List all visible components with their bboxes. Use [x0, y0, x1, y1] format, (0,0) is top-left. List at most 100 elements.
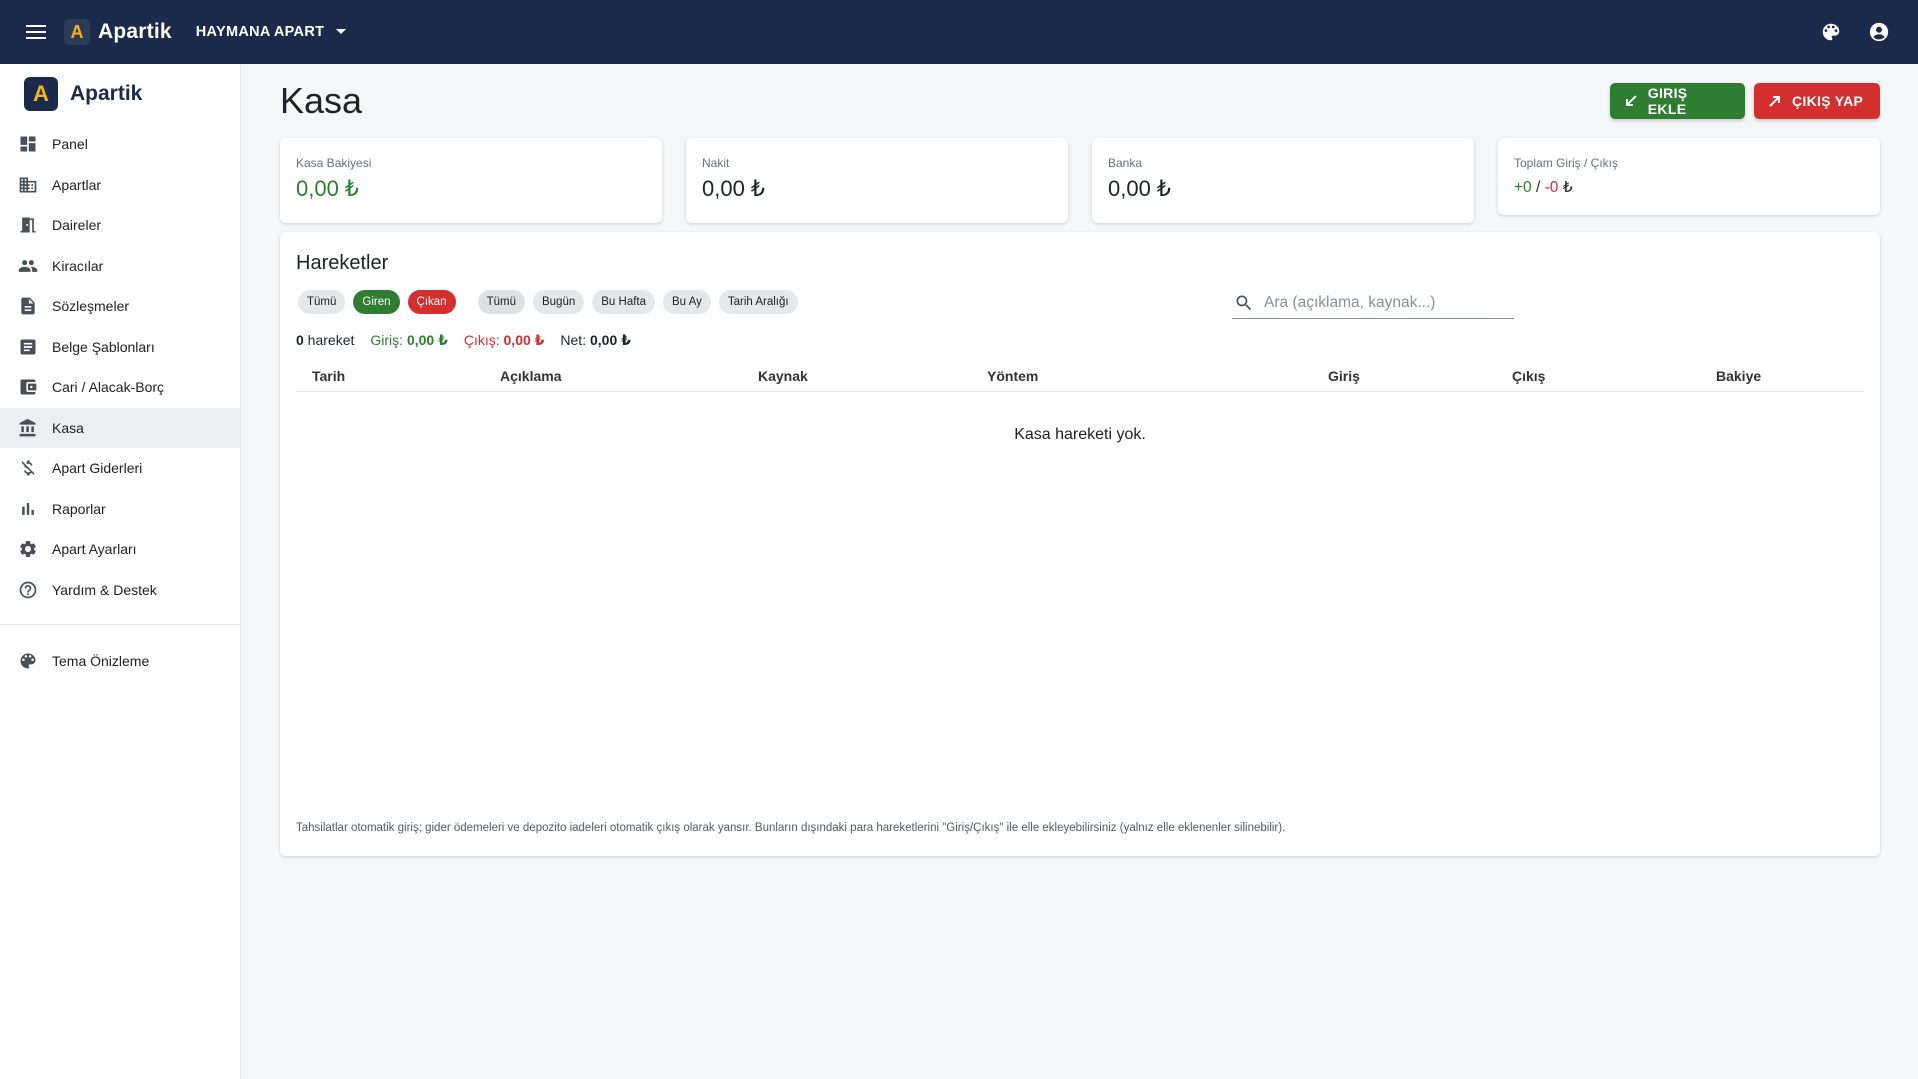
help-icon	[17, 579, 39, 601]
bank-icon	[17, 417, 39, 439]
sidebar: A Apartik Panel Apartlar Daireler Kiracı…	[0, 64, 241, 1079]
stat-value: 0,00 ₺	[1108, 176, 1171, 201]
add-income-button[interactable]: GIRIŞ EKLE	[1610, 83, 1745, 119]
stat-card-banka: Banka 0,00 ₺	[1092, 138, 1474, 223]
chip-period-today[interactable]: Bugün	[532, 290, 585, 314]
sidebar-item-raporlar[interactable]: Raporlar	[0, 489, 240, 530]
footnote: Tahsilatlar otomatik giriş; gider ödemel…	[296, 822, 1286, 834]
stat-label: Kasa Bakiyesi	[296, 156, 372, 170]
door-icon	[17, 214, 39, 236]
top-app-bar: A Apartik HAYMANA APART	[0, 0, 1918, 64]
column-header-cikis[interactable]: Çıkış	[1512, 368, 1545, 384]
sidebar-item-apartlar[interactable]: Apartlar	[0, 165, 240, 206]
sidebar-logo: A	[24, 77, 58, 111]
filter-chips: Tümü Giren Çıkan Tümü Bugün Bu Hafta Bu …	[298, 290, 806, 314]
sidebar-item-label: Apart Giderleri	[52, 460, 143, 477]
summary-count: 0 hareket	[296, 332, 355, 348]
sidebar-item-label: Kiracılar	[52, 257, 104, 274]
sidebar-item-apart-ayarlari[interactable]: Apart Ayarları	[0, 529, 240, 570]
sidebar-item-yardim[interactable]: Yardım & Destek	[0, 570, 240, 611]
sidebar-item-label: Kasa	[52, 419, 84, 436]
money-off-icon	[17, 457, 39, 479]
sidebar-item-sozlesmeler[interactable]: Sözleşmeler	[0, 286, 240, 327]
bar-chart-icon	[17, 498, 39, 520]
movements-summary: 0 hareket Giriş: 0,00 ₺ Çıkış: 0,00 ₺ Ne…	[296, 332, 631, 349]
chip-period-all[interactable]: Tümü	[477, 290, 525, 314]
app-brand: Apartik	[98, 20, 172, 43]
stat-value: 0,00 ₺	[296, 176, 359, 201]
sidebar-item-belge-sablonlari[interactable]: Belge Şablonları	[0, 327, 240, 368]
sidebar-item-label: Belge Şablonları	[52, 338, 155, 355]
sidebar-item-label: Yardım & Destek	[52, 581, 157, 598]
sidebar-item-panel[interactable]: Panel	[0, 124, 240, 165]
sidebar-item-label: Tema Önizleme	[52, 653, 150, 670]
sidebar-item-kiracilar[interactable]: Kiracılar	[0, 246, 240, 287]
sidebar-item-kasa[interactable]: Kasa	[0, 407, 240, 448]
chip-type-out[interactable]: Çıkan	[407, 290, 456, 314]
sidebar-item-label: Daireler	[52, 217, 102, 234]
add-income-label: GIRIŞ EKLE	[1647, 85, 1688, 117]
sidebar-item-label: Apartlar	[52, 176, 102, 193]
people-icon	[17, 255, 39, 277]
column-header-aciklama[interactable]: Açıklama	[500, 368, 561, 384]
sidebar-divider	[0, 624, 240, 625]
column-header-yontem[interactable]: Yöntem	[987, 368, 1038, 384]
total-separator: /	[1531, 179, 1545, 196]
summary-net: Net: 0,00 ₺	[560, 332, 631, 348]
stat-label: Toplam Giriş / Çıkış	[1514, 156, 1619, 170]
sidebar-item-cari[interactable]: Cari / Alacak-Borç	[0, 367, 240, 408]
sidebar-item-label: Panel	[52, 136, 88, 153]
apart-selector-label: HAYMANA APART	[195, 24, 325, 40]
sidebar-item-daireler[interactable]: Daireler	[0, 205, 240, 246]
total-out-value: -0	[1544, 179, 1559, 196]
sidebar-item-label: Cari / Alacak-Borç	[52, 379, 165, 396]
movements-panel: Hareketler Tümü Giren Çıkan Tümü Bugün B…	[280, 232, 1880, 856]
empty-state-message: Kasa hareketi yok.	[1014, 426, 1146, 443]
stat-card-kasa-bakiyesi: Kasa Bakiyesi 0,00 ₺	[280, 138, 662, 223]
apart-selector[interactable]: HAYMANA APART	[196, 24, 347, 40]
chip-period-week[interactable]: Bu Hafta	[592, 290, 655, 314]
add-expense-label: ÇIKIŞ YAP	[1792, 93, 1864, 109]
sidebar-brand: A Apartik	[0, 64, 240, 124]
app-logo: A	[64, 19, 90, 45]
summary-out: Çıkış: 0,00 ₺	[463, 332, 545, 348]
gear-icon	[17, 538, 39, 560]
chip-type-in[interactable]: Giren	[353, 290, 400, 314]
template-icon	[17, 336, 39, 358]
arrow-north-east-icon	[1769, 96, 1780, 107]
stat-value: +0 / -0 ₺	[1514, 178, 1864, 197]
chip-period-range[interactable]: Tarih Aralığı	[718, 290, 798, 314]
chip-type-all[interactable]: Tümü	[298, 290, 346, 314]
chip-period-month[interactable]: Bu Ay	[663, 290, 711, 314]
page-title: Kasa	[280, 80, 363, 121]
palette-icon[interactable]	[1818, 19, 1844, 45]
column-header-tarih[interactable]: Tarih	[312, 368, 345, 384]
arrow-south-west-icon	[1625, 95, 1637, 106]
stat-value: 0,00 ₺	[702, 176, 765, 201]
sidebar-item-apart-giderleri[interactable]: Apart Giderleri	[0, 448, 240, 489]
caret-down-icon	[336, 29, 347, 34]
sidebar-item-label: Raporlar	[52, 500, 106, 517]
column-header-bakiye[interactable]: Bakiye	[1716, 368, 1761, 384]
column-header-giris[interactable]: Giriş	[1328, 368, 1360, 384]
sidebar-item-label: Sözleşmeler	[52, 298, 130, 315]
column-header-kaynak[interactable]: Kaynak	[758, 368, 808, 384]
sidebar-item-tema-onizleme[interactable]: Tema Önizleme	[0, 641, 240, 682]
stat-label: Banka	[1108, 156, 1143, 170]
account-icon[interactable]	[1866, 19, 1892, 45]
sidebar-item-label: Apart Ayarları	[52, 541, 137, 558]
dashboard-icon	[17, 133, 39, 155]
menu-icon[interactable]	[22, 18, 50, 46]
document-icon	[17, 295, 39, 317]
search-field[interactable]	[1232, 287, 1514, 319]
sidebar-brand-name: Apartik	[70, 82, 143, 105]
stat-card-toplam: Toplam Giriş / Çıkış +0 / -0 ₺	[1498, 138, 1880, 215]
wallet-icon	[17, 376, 39, 398]
search-icon	[1236, 295, 1252, 310]
table-header: Tarih Açıklama Kaynak Yöntem Giriş Çıkış…	[296, 360, 1864, 392]
total-in-value: +0	[1514, 179, 1532, 196]
add-expense-button[interactable]: ÇIKIŞ YAP	[1754, 83, 1880, 119]
search-input[interactable]	[1264, 293, 1484, 312]
stat-card-nakit: Nakit 0,00 ₺	[686, 138, 1068, 223]
stat-label: Nakit	[702, 156, 730, 170]
